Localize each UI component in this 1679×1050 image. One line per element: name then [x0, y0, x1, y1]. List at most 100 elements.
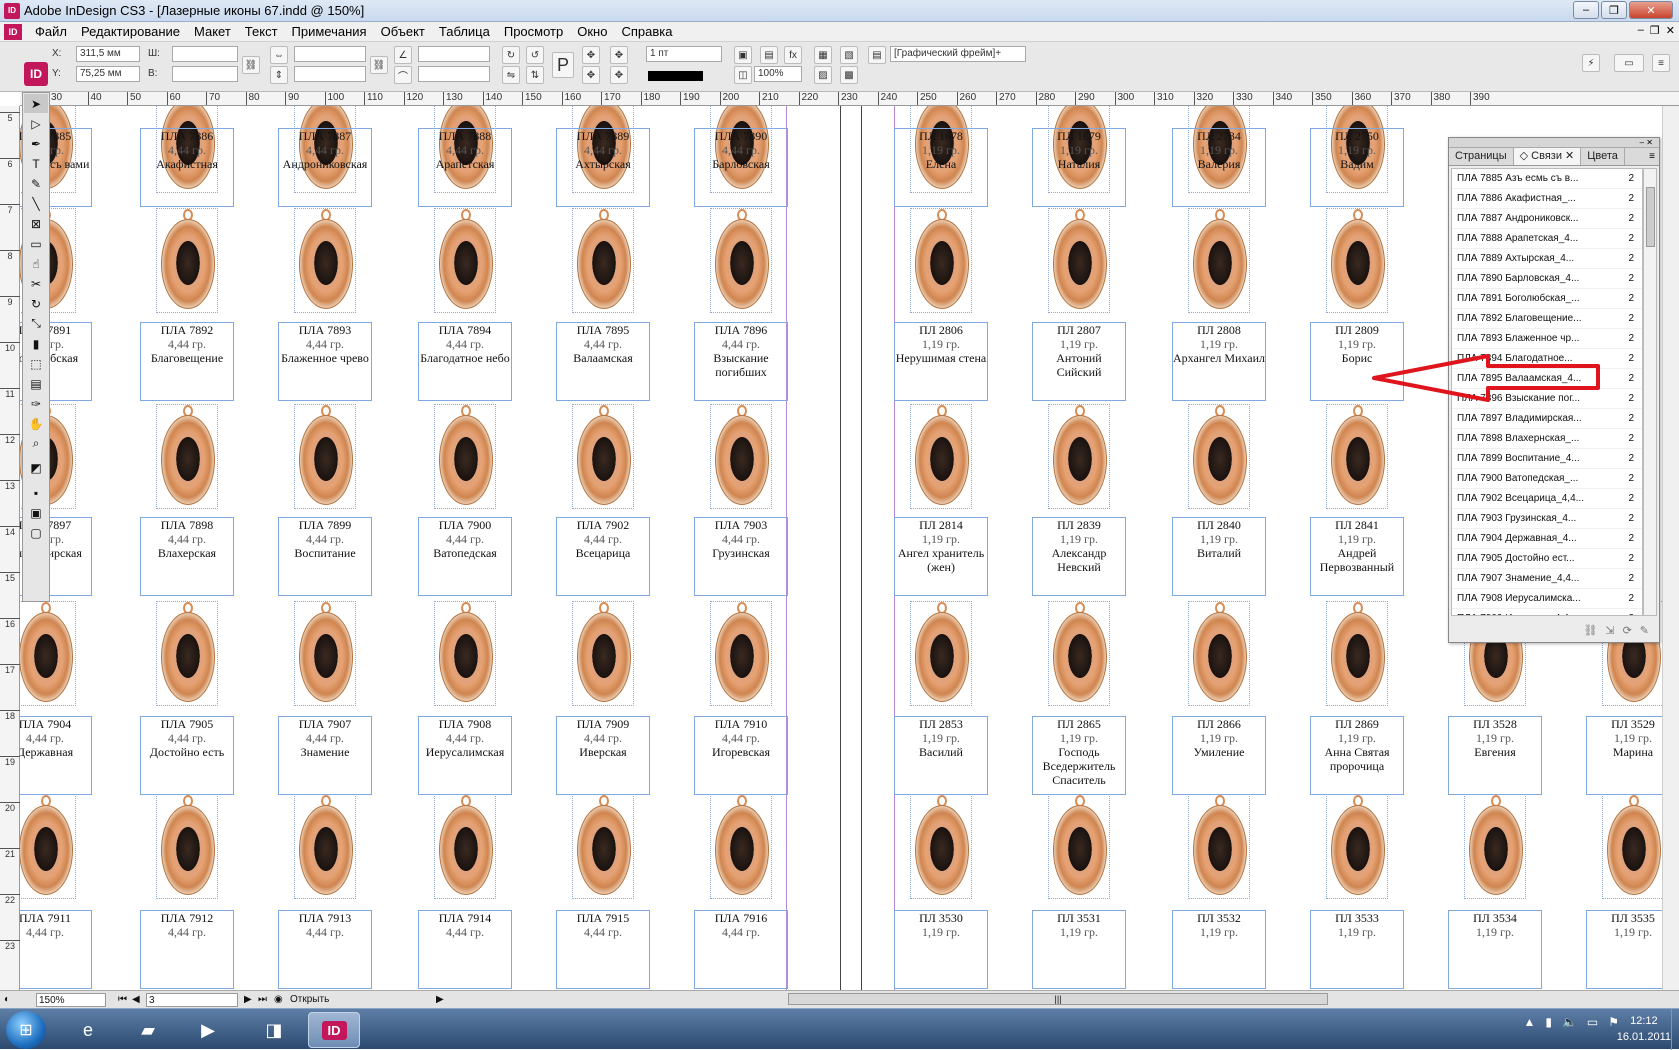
next-page-icon[interactable]: ▶ [244, 993, 252, 1007]
text-frame[interactable]: ПЛ 3532 1,19 гр. [1172, 910, 1266, 989]
pendant-image[interactable] [1048, 208, 1110, 313]
text-frame[interactable]: ПЛ 3528 1,19 гр. Евгения [1448, 716, 1542, 795]
workspace-icon[interactable]: ▭ [1614, 54, 1644, 72]
menu-help[interactable]: Справка [614, 24, 679, 39]
text-wrap-none-icon[interactable]: ▦ [814, 46, 832, 64]
edit-original-icon[interactable]: ✎ [1640, 624, 1649, 637]
link-row[interactable]: ПЛА 7885 Азъ есмь съ в... 2 [1452, 169, 1642, 189]
pendant-image[interactable] [572, 404, 634, 509]
menu-table[interactable]: Таблица [432, 24, 497, 39]
opacity-icon[interactable]: ◫ [734, 66, 752, 84]
scale-y-field[interactable] [294, 66, 366, 82]
minimize-button[interactable]: – [1573, 1, 1599, 19]
menu-type[interactable]: Текст [238, 24, 285, 39]
text-frame[interactable]: ПЛА 7887 4,44 гр. Андрониковская [278, 128, 372, 207]
hand-tool-icon[interactable]: ✋ [24, 414, 48, 433]
text-frame[interactable]: ПЛА 7905 4,44 гр. Достойно есть [140, 716, 234, 795]
document-canvas[interactable]: ПЛА 78854,44 гр.Азъ есмь съ вамиПЛА 7886… [20, 106, 1679, 990]
pendant-image[interactable] [294, 794, 356, 899]
height-field[interactable] [172, 66, 238, 82]
text-frame[interactable]: ПЛ 3530 1,19 гр. [894, 910, 988, 989]
pendant-image[interactable] [910, 208, 972, 313]
text-frame[interactable]: ПЛА 7915 4,44 гр. [556, 910, 650, 989]
tab-swatches[interactable]: Цвета [1581, 148, 1625, 165]
link-row[interactable]: ПЛА 7890 Барловская_4... 2 [1452, 269, 1642, 289]
clock[interactable]: 12:12 16.01.2011 [1617, 1013, 1671, 1045]
pendant-image[interactable] [910, 404, 972, 509]
pendant-image[interactable] [434, 404, 496, 509]
close-button[interactable]: ✕ [1629, 1, 1673, 19]
rectangle-tool-icon[interactable]: ▭ [24, 234, 48, 253]
shear-field[interactable] [418, 66, 490, 82]
opacity-field[interactable]: 100% [754, 66, 802, 82]
pendant-image[interactable] [1048, 404, 1110, 509]
page-field[interactable]: 3 [146, 993, 238, 1007]
constrain-proportions-icon[interactable]: ⛓ [242, 56, 260, 74]
reference-point-icon[interactable]: P [552, 52, 574, 78]
link-row[interactable]: ПЛА 7889 Ахтырская_4... 2 [1452, 249, 1642, 269]
text-wrap-shape-icon[interactable]: ▨ [814, 66, 832, 84]
panel-collapse-icon[interactable]: – ✕ [1449, 138, 1659, 148]
pendant-image[interactable] [434, 208, 496, 313]
pendant-image[interactable] [710, 208, 772, 313]
text-frame[interactable]: ПЛ 2869 1,19 гр. Анна Святая пророчица [1310, 716, 1404, 795]
flip-vertical-icon[interactable]: ⇅ [526, 66, 544, 84]
text-frame[interactable]: ПЛ 2806 1,19 гр. Нерушимая стена [894, 322, 988, 401]
rotate-90-cw-icon[interactable]: ↻ [502, 46, 520, 64]
fill-stroke-icon[interactable]: ◩ [24, 454, 48, 482]
link-row[interactable]: ПЛА 7904 Державная_4... 2 [1452, 529, 1642, 549]
text-frame[interactable]: ПЛ 2750 1,19 гр. Вадим [1310, 128, 1404, 207]
text-frame[interactable]: ПЛ 3534 1,19 гр. [1448, 910, 1542, 989]
pendant-image[interactable] [1188, 404, 1250, 509]
button-tool-icon[interactable]: ☝ [24, 254, 48, 273]
direct-selection-tool-icon[interactable]: ▷ [24, 114, 48, 133]
link-row[interactable]: ПЛА 7899 Воспитание_4... 2 [1452, 449, 1642, 469]
tray-monitor-icon[interactable]: ▭ [1587, 1015, 1598, 1029]
tab-pages[interactable]: Страницы [1449, 148, 1514, 165]
text-wrap-jump-icon[interactable]: ▩ [840, 66, 858, 84]
text-frame[interactable]: ПЛ 2839 1,19 гр. Александр Невский [1032, 517, 1126, 596]
text-frame[interactable]: ПЛ 2840 1,19 гр. Виталий [1172, 517, 1266, 596]
text-frame[interactable]: ПЛА 7898 4,44 гр. Влахерская [140, 517, 234, 596]
text-frame[interactable]: ПЛ 1678 1,19 гр. Елена [894, 128, 988, 207]
select-next-icon[interactable]: ✥ [610, 66, 628, 84]
pendant-image[interactable] [1602, 794, 1664, 899]
pendant-image[interactable] [572, 208, 634, 313]
scissors-tool-icon[interactable]: ✂ [24, 274, 48, 293]
link-row[interactable]: ПЛА 7895 Валаамская_4... 2 [1452, 369, 1642, 389]
scale-tool-icon[interactable]: ⤡ [24, 314, 48, 333]
text-frame[interactable]: ПЛ 2841 1,19 гр. Андрей Первозванный [1310, 517, 1404, 596]
pendant-image[interactable] [1188, 208, 1250, 313]
vertical-scrollbar[interactable] [1662, 106, 1679, 990]
pendant-image[interactable] [1048, 601, 1110, 706]
menu-edit[interactable]: Редактирование [74, 24, 187, 39]
pendant-image[interactable] [294, 404, 356, 509]
scale-y-icon[interactable]: ⇕ [270, 66, 288, 84]
horizontal-ruler[interactable]: 30 40 50 60 70 80 90 100 110 120 130 140 150 160 170 18… [20, 92, 1679, 106]
select-container-icon[interactable]: ✥ [582, 46, 600, 64]
text-frame[interactable]: ПЛА 7912 4,44 гр. [140, 910, 234, 989]
document-icon[interactable]: ID [4, 23, 22, 40]
pendant-image[interactable] [156, 794, 218, 899]
link-row[interactable]: ПЛА 7897 Владимирская... 2 [1452, 409, 1642, 429]
text-frame[interactable]: ПЛ 3531 1,19 гр. [1032, 910, 1126, 989]
scroll-thumb[interactable] [1646, 187, 1655, 247]
text-frame[interactable]: ПЛ 3533 1,19 гр. [1310, 910, 1404, 989]
pencil-tool-icon[interactable]: ✎ [24, 174, 48, 193]
text-frame[interactable]: ПЛА 7893 4,44 гр. Блаженное чрево [278, 322, 372, 401]
indesign-taskbar-icon[interactable]: ID [308, 1012, 360, 1048]
text-frame[interactable]: ПЛ 2807 1,19 гр. Антоний Сийский [1032, 322, 1126, 401]
text-frame[interactable]: ПЛА 7903 4,44 гр. Грузинская [694, 517, 788, 596]
link-row[interactable]: ПЛА 7900 Ватопедская_... 2 [1452, 469, 1642, 489]
link-row[interactable]: ПЛА 7893 Блаженное чр... 2 [1452, 329, 1642, 349]
pendant-image[interactable] [1188, 794, 1250, 899]
volume-icon[interactable]: 🔈 [1562, 1015, 1577, 1029]
pendant-image[interactable] [572, 601, 634, 706]
text-frame[interactable]: ПЛА 7904 4,44 гр. Державная [20, 716, 92, 795]
links-scrollbar[interactable] [1643, 168, 1657, 616]
outlook-icon[interactable]: ◨ [248, 1012, 300, 1048]
pendant-image[interactable] [20, 794, 76, 899]
panel-menu-icon[interactable]: ≡ [1645, 148, 1659, 165]
pendant-image[interactable] [1188, 601, 1250, 706]
text-frame[interactable]: ПЛ 2808 1,19 гр. Архангел Михаил [1172, 322, 1266, 401]
